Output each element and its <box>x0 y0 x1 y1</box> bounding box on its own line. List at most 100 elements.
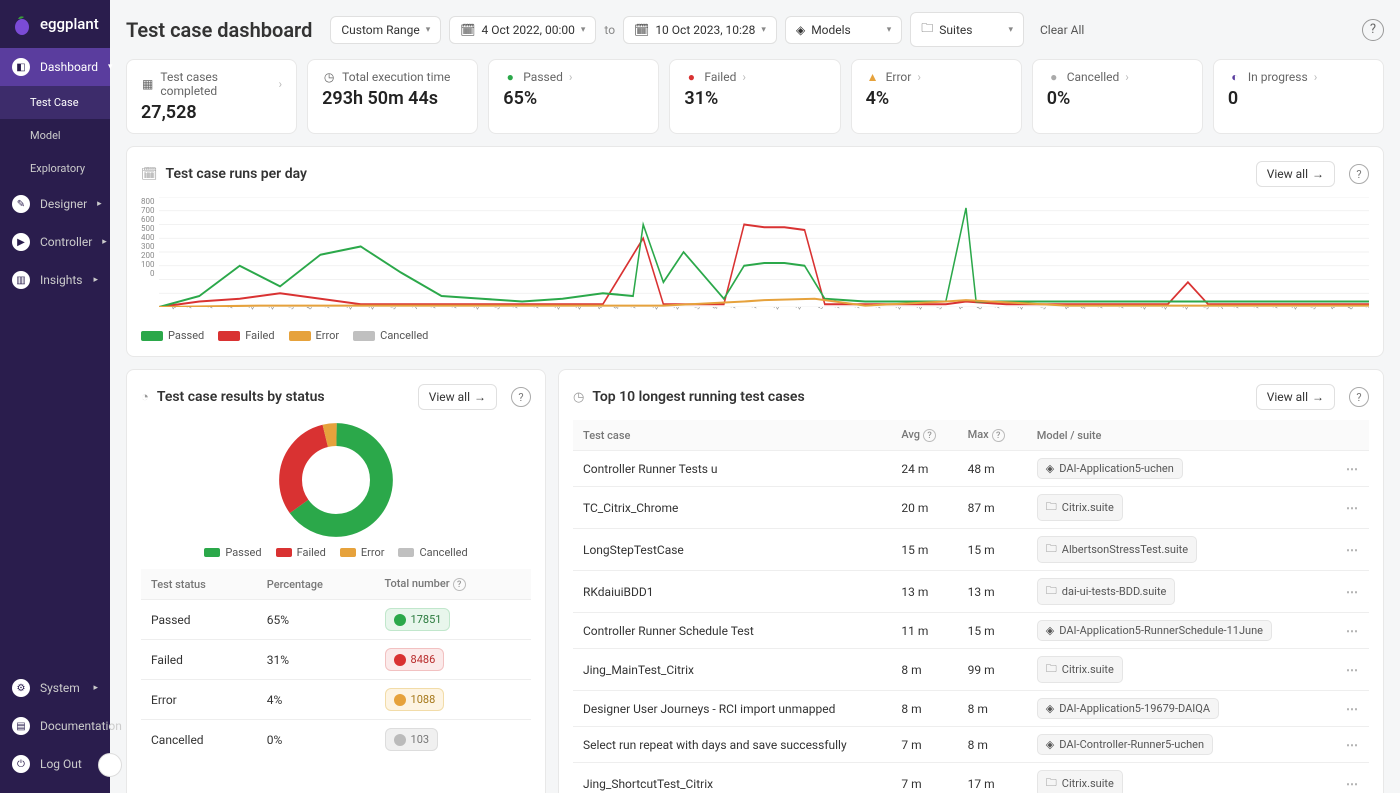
chart-y-axis: 8007006005004003002001000 <box>141 197 155 277</box>
calendar-icon: 🗓 <box>141 167 158 182</box>
more-button[interactable]: ⋯ <box>1336 649 1369 691</box>
progress-icon: ◐ <box>1228 70 1242 84</box>
nav-insights[interactable]: ▥ Insights ▸ <box>0 261 110 299</box>
nav-sub-model[interactable]: Model <box>0 119 110 152</box>
folder-icon: 🗀 <box>1046 660 1057 679</box>
table-row: Jing_ShortcutTest_Citrix7 m17 m🗀Citrix.s… <box>573 763 1369 793</box>
more-button[interactable]: ⋯ <box>1336 763 1369 793</box>
chart-x-axis: 4 Oct10 Oct16 Oct18 Oct23 Oct28 Oct3 Nov… <box>169 307 1369 315</box>
table-row: Controller Runner Tests u24 m48 m◈DAI-Ap… <box>573 451 1369 487</box>
arrow-right-icon: → <box>1312 390 1324 404</box>
designer-icon: ✎ <box>12 195 30 213</box>
table-row: LongStepTestCase15 m15 m🗀AlbertsonStress… <box>573 529 1369 571</box>
range-selector[interactable]: Custom Range▾ <box>330 16 441 44</box>
page-title: Test case dashboard <box>126 18 312 42</box>
clipboard-icon: ▦ <box>141 77 154 91</box>
help-button[interactable]: ? <box>1349 164 1369 184</box>
nav-system[interactable]: ⚙ System ▸ <box>0 669 110 707</box>
suites-filter[interactable]: 🗀 Suites ▾ <box>910 12 1024 47</box>
nav-documentation[interactable]: ▤ Documentation <box>0 707 110 745</box>
nav-designer[interactable]: ✎ Designer ▸ <box>0 185 110 223</box>
nav-sub-exploratory[interactable]: Exploratory <box>0 152 110 185</box>
nav-sub-test-case[interactable]: Test Case <box>0 86 110 119</box>
clock-icon: ◷ <box>322 70 336 84</box>
view-all-button[interactable]: View all→ <box>1256 161 1335 187</box>
chevron-right-icon: ▸ <box>93 683 98 693</box>
kpi-progress[interactable]: ◐In progress› 0 <box>1213 59 1384 134</box>
table-row: Controller Runner Schedule Test11 m15 m◈… <box>573 613 1369 649</box>
runs-chart <box>159 197 1370 307</box>
collapse-sidebar-button[interactable]: ‹ <box>98 753 122 777</box>
kpi-passed[interactable]: ●Passed› 65% <box>488 59 659 134</box>
kpi-row: ▦Test cases completed› 27,528 ◷Total exe… <box>126 59 1384 134</box>
nav-logout[interactable]: ⏻ Log Out <box>0 745 110 783</box>
help-button[interactable]: ? <box>511 387 531 407</box>
chevron-down-icon: ▾ <box>761 25 766 35</box>
table-row: Designer User Journeys - RCI import unma… <box>573 691 1369 727</box>
date-to-label: to <box>604 23 615 37</box>
insights-icon: ▥ <box>12 271 30 289</box>
eggplant-icon <box>10 12 34 36</box>
chevron-right-icon: ▸ <box>97 199 102 209</box>
main-content: Test case dashboard Custom Range▾ 🗓 4 Oc… <box>110 0 1400 793</box>
chevron-left-icon: ‹ <box>108 758 112 773</box>
dashboard-icon: ◧ <box>12 58 30 76</box>
chevron-right-icon: › <box>1125 70 1129 84</box>
more-button[interactable]: ⋯ <box>1336 691 1369 727</box>
longest-running-panel: ◷ Top 10 longest running test cases View… <box>558 369 1384 793</box>
chevron-down-icon: ▾ <box>108 62 113 72</box>
folder-icon: 🗀 <box>1046 540 1057 559</box>
brand-name: eggplant <box>40 15 99 33</box>
runs-legend: Passed Failed Error Cancelled <box>141 329 1369 342</box>
chevron-right-icon: › <box>917 70 921 84</box>
view-all-button[interactable]: View all→ <box>418 384 497 410</box>
model-icon: ◈ <box>1046 462 1054 475</box>
arrow-right-icon: → <box>474 390 486 404</box>
table-row: Failed31%8486 <box>141 640 531 680</box>
donut-chart <box>276 420 396 540</box>
calendar-icon: 🗓 <box>634 23 649 37</box>
chevron-down-icon: ▾ <box>1008 25 1013 35</box>
warning-icon: ▲ <box>866 70 880 84</box>
clear-all-button[interactable]: Clear All <box>1040 23 1084 37</box>
view-all-button[interactable]: View all→ <box>1256 384 1335 410</box>
chevron-down-icon: ▾ <box>887 25 892 35</box>
doc-icon: ▤ <box>12 717 30 735</box>
kpi-completed[interactable]: ▦Test cases completed› 27,528 <box>126 59 297 134</box>
model-icon: ◈ <box>796 23 805 37</box>
kpi-cancelled[interactable]: ●Cancelled› 0% <box>1032 59 1203 134</box>
more-button[interactable]: ⋯ <box>1336 727 1369 763</box>
help-icon[interactable]: ? <box>923 429 936 442</box>
chevron-right-icon: › <box>1314 70 1318 84</box>
nav-dashboard[interactable]: ◧ Dashboard ▾ <box>0 48 110 86</box>
help-icon[interactable]: ? <box>453 578 466 591</box>
more-button[interactable]: ⋯ <box>1336 451 1369 487</box>
help-button[interactable]: ? <box>1349 387 1369 407</box>
chevron-down-icon: ▾ <box>581 25 586 35</box>
date-to-picker[interactable]: 🗓 10 Oct 2023, 10:28 ▾ <box>623 16 777 44</box>
x-circle-icon: ● <box>684 70 698 84</box>
table-row: RKdaiuiBDD113 m13 m🗀dai-ui-tests-BDD.sui… <box>573 571 1369 613</box>
folder-icon: 🗀 <box>921 19 933 40</box>
sidebar: eggplant ◧ Dashboard ▾ Test Case Model E… <box>0 0 110 793</box>
kpi-error[interactable]: ▲Error› 4% <box>851 59 1022 134</box>
more-button[interactable]: ⋯ <box>1336 571 1369 613</box>
more-button[interactable]: ⋯ <box>1336 613 1369 649</box>
clock-icon: ◷ <box>573 390 584 405</box>
table-row: TC_Citrix_Chrome20 m87 m🗀Citrix.suite⋯ <box>573 487 1369 529</box>
help-button[interactable]: ? <box>1362 19 1384 41</box>
calendar-icon: 🗓 <box>460 23 475 37</box>
kpi-failed[interactable]: ●Failed› 31% <box>669 59 840 134</box>
table-row: Passed65%17851 <box>141 600 531 640</box>
nav-controller[interactable]: ▶ Controller ▸ <box>0 223 110 261</box>
models-filter[interactable]: ◈ Models ▾ <box>785 16 902 44</box>
more-button[interactable]: ⋯ <box>1336 487 1369 529</box>
help-icon[interactable]: ? <box>992 429 1005 442</box>
chevron-down-icon: ▾ <box>426 25 431 35</box>
controller-icon: ▶ <box>12 233 30 251</box>
date-from-picker[interactable]: 🗓 4 Oct 2022, 00:00 ▾ <box>449 16 596 44</box>
logout-icon: ⏻ <box>12 755 30 773</box>
more-button[interactable]: ⋯ <box>1336 529 1369 571</box>
chevron-right-icon: ▸ <box>102 237 107 247</box>
donut-legend: Passed Failed Error Cancelled <box>141 546 531 559</box>
